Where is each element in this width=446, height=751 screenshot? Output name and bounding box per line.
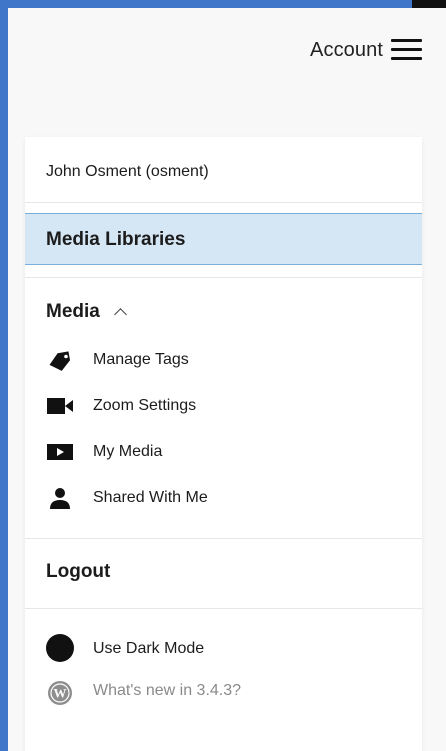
menu-item-shared-with-me[interactable]: Shared With Me bbox=[46, 484, 386, 512]
whats-new-link[interactable]: W What's new in 3.4.3? bbox=[46, 677, 386, 705]
hamburger-menu-icon[interactable] bbox=[391, 38, 422, 61]
dark-mode-circle-icon bbox=[46, 634, 74, 662]
menu-item-label: Zoom Settings bbox=[93, 397, 197, 414]
w-logo-icon: W bbox=[46, 680, 74, 705]
media-section-label: Media bbox=[46, 301, 100, 322]
account-label[interactable]: Account bbox=[310, 40, 383, 60]
menu-item-manage-tags[interactable]: Manage Tags bbox=[46, 346, 386, 374]
divider bbox=[25, 538, 422, 539]
logout-button[interactable]: Logout bbox=[46, 561, 110, 583]
hamburger-bar bbox=[391, 48, 422, 51]
tag-icon bbox=[46, 349, 74, 371]
divider bbox=[25, 608, 422, 609]
user-name: John Osment (osment) bbox=[46, 163, 209, 180]
account-menu: John Osment (osment) Media Libraries Med… bbox=[25, 137, 422, 751]
menu-item-label: Shared With Me bbox=[93, 489, 208, 506]
top-bar: Account bbox=[8, 30, 446, 70]
video-camera-icon bbox=[46, 395, 74, 417]
menu-item-zoom-settings[interactable]: Zoom Settings bbox=[46, 392, 386, 420]
media-libraries-item[interactable]: Media Libraries bbox=[25, 213, 422, 265]
menu-item-my-media[interactable]: My Media bbox=[46, 438, 386, 466]
user-row: John Osment (osment) bbox=[25, 137, 422, 203]
whats-new-label: What's new in 3.4.3? bbox=[93, 682, 242, 699]
media-section-toggle[interactable]: Media bbox=[46, 301, 128, 325]
person-icon bbox=[46, 487, 74, 509]
app-frame: Account John Osment (osment) Media Libra… bbox=[8, 8, 446, 751]
divider bbox=[25, 277, 422, 278]
hamburger-bar bbox=[391, 39, 422, 42]
hamburger-bar bbox=[391, 57, 422, 60]
dark-mode-label: Use Dark Mode bbox=[93, 640, 205, 657]
media-libraries-label: Media Libraries bbox=[46, 229, 186, 250]
menu-item-label: Manage Tags bbox=[93, 351, 189, 368]
dark-mode-toggle[interactable]: Use Dark Mode bbox=[46, 634, 386, 662]
chevron-up-icon bbox=[114, 307, 128, 321]
play-box-icon bbox=[46, 441, 74, 463]
menu-item-label: My Media bbox=[93, 443, 163, 460]
w-logo-letter: W bbox=[54, 686, 67, 701]
